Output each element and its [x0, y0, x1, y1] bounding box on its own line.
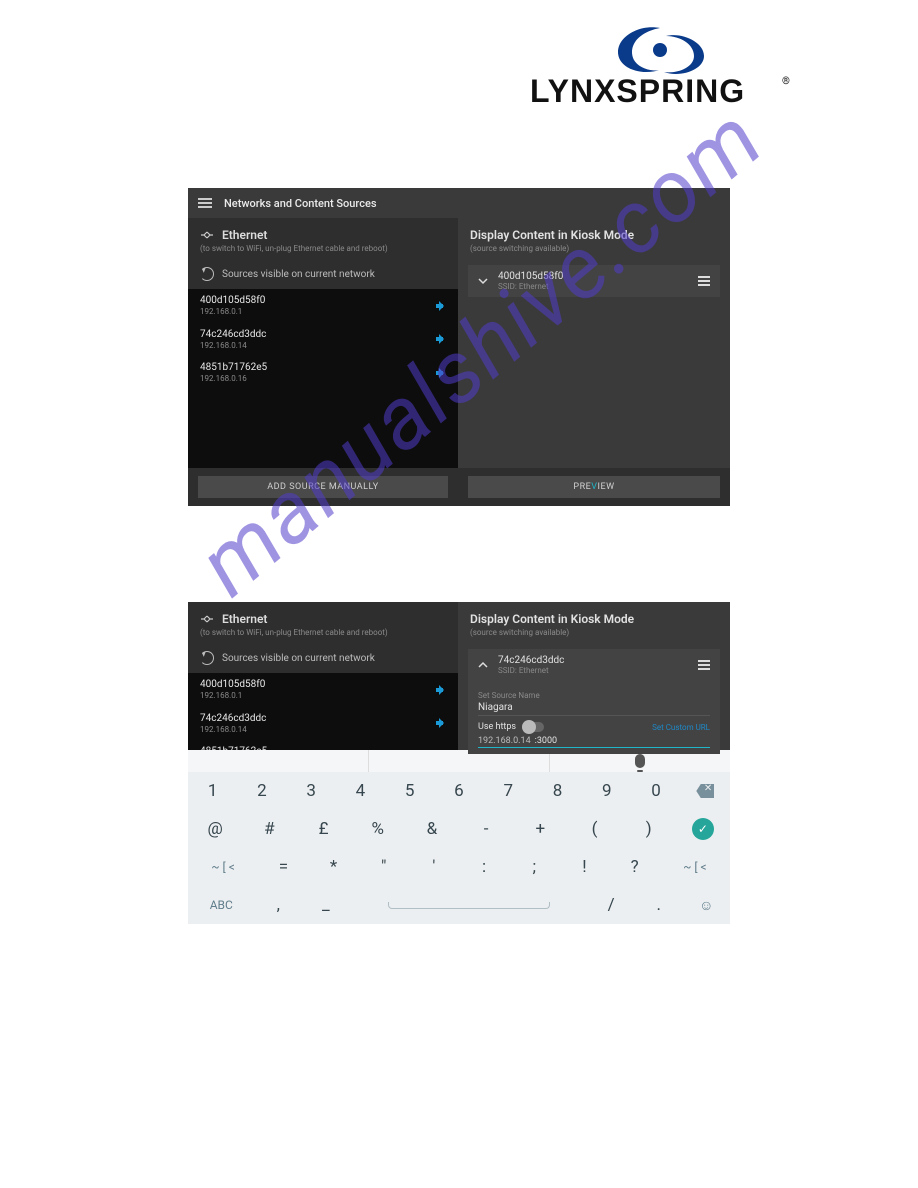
kiosk-card-header[interactable]: 74c246cd3ddc SSID: Ethernet [468, 649, 720, 681]
keyboard-key[interactable]: 1 [188, 772, 237, 810]
keyboard-key[interactable]: @ [188, 810, 242, 848]
ethernet-heading: Ethernet [188, 602, 458, 628]
ethernet-icon [200, 614, 214, 624]
keyboard-key[interactable]: 4 [336, 772, 385, 810]
on-screen-keyboard: 1234567890 @#£%&-+()✓ ~ [ <=*"':;!?~ [ <… [188, 750, 730, 924]
keyboard-key[interactable]: " [359, 848, 409, 886]
source-item[interactable]: 74c246cd3ddc192.168.0.14 [188, 707, 458, 741]
kiosk-source-card[interactable]: 400d105d58f0 SSID: Ethernet [468, 265, 720, 297]
svg-text:LYNXSPRING: LYNXSPRING [530, 73, 745, 108]
list-icon[interactable] [698, 660, 710, 670]
refresh-icon [200, 651, 214, 665]
keyboard-key[interactable]: / [587, 886, 635, 924]
kiosk-sub: (source switching available) [458, 628, 730, 645]
emoji-key[interactable]: ☺ [682, 886, 730, 924]
keyboard-key[interactable]: & [405, 810, 459, 848]
preview-button[interactable]: PREVIEW [468, 476, 720, 498]
arrow-right-icon [436, 368, 448, 378]
arrow-right-icon [436, 718, 448, 728]
keyboard-key[interactable]: * [308, 848, 358, 886]
source-name-input[interactable]: Niagara [478, 700, 710, 716]
source-list: 400d105d58f0192.168.0.1 74c246cd3ddc192.… [188, 289, 458, 468]
source-name-label: Set Source Name [478, 691, 710, 700]
kiosk-source-card-expanded: 74c246cd3ddc SSID: Ethernet Set Source N… [468, 649, 720, 754]
microphone-icon[interactable] [635, 754, 645, 768]
source-item[interactable]: 74c246cd3ddc192.168.0.14 [188, 323, 458, 357]
keyboard-key[interactable]: ? [610, 848, 660, 886]
keyboard-key[interactable]: ! [559, 848, 609, 886]
arrow-right-icon [436, 685, 448, 695]
screenshot-edit-source: Ethernet (to switch to WiFi, un-plug Eth… [188, 602, 730, 918]
refresh-sources-row[interactable]: Sources visible on current network [188, 645, 458, 673]
keyboard-key[interactable]: % [351, 810, 405, 848]
chevron-up-icon [478, 660, 488, 670]
keyboard-key[interactable]: ( [567, 810, 621, 848]
keyboard-key[interactable]: # [242, 810, 296, 848]
use-https-label: Use https [478, 722, 516, 732]
source-item[interactable]: 4851b71762e5192.168.0.16 [188, 356, 458, 390]
keyboard-key[interactable]: 9 [582, 772, 631, 810]
kiosk-heading: Display Content in Kiosk Mode [458, 218, 730, 244]
set-custom-url-link[interactable]: Set Custom URL [652, 723, 710, 732]
keyboard-key[interactable]: 0 [631, 772, 680, 810]
arrow-right-icon [436, 334, 448, 344]
kiosk-heading: Display Content in Kiosk Mode [458, 602, 730, 628]
screen-title: Networks and Content Sources [224, 197, 377, 210]
keyboard-key[interactable]: ' [409, 848, 459, 886]
backspace-key[interactable] [681, 772, 730, 810]
kiosk-sub: (source switching available) [458, 244, 730, 261]
refresh-sources-row[interactable]: Sources visible on current network [188, 261, 458, 289]
list-icon[interactable] [698, 276, 710, 286]
keyboard-key[interactable]: 5 [385, 772, 434, 810]
keyboard-key[interactable]: £ [296, 810, 350, 848]
url-input[interactable]: 192.168.0.14 :3000 [478, 736, 710, 748]
ethernet-icon [200, 230, 214, 240]
keyboard-key[interactable]: : [459, 848, 509, 886]
keyboard-key[interactable]: 2 [237, 772, 286, 810]
ethernet-subtext: (to switch to WiFi, un-plug Ethernet cab… [188, 628, 458, 645]
source-list: 400d105d58f0192.168.0.1 74c246cd3ddc192.… [188, 673, 458, 750]
abc-mode-key[interactable]: ABC [188, 886, 255, 924]
keyboard-key[interactable]: = [258, 848, 308, 886]
spacebar-key[interactable] [350, 886, 588, 924]
use-https-toggle[interactable] [522, 722, 544, 732]
symbols-right-key[interactable]: ~ [ < [660, 848, 730, 886]
chevron-down-icon [478, 276, 488, 286]
add-source-manually-button[interactable]: ADD SOURCE MANUALLY [198, 476, 448, 498]
keyboard-key[interactable]: 6 [434, 772, 483, 810]
ethernet-subtext: (to switch to WiFi, un-plug Ethernet cab… [188, 244, 458, 261]
keyboard-key[interactable]: 3 [287, 772, 336, 810]
enter-key[interactable]: ✓ [676, 810, 730, 848]
refresh-icon [200, 267, 214, 281]
app-titlebar: Networks and Content Sources [188, 188, 730, 218]
source-item[interactable]: 400d105d58f0192.168.0.1 [188, 673, 458, 707]
keyboard-key[interactable]: ; [509, 848, 559, 886]
symbols-left-key[interactable]: ~ [ < [188, 848, 258, 886]
keyboard-key[interactable]: 7 [484, 772, 533, 810]
keyboard-key[interactable]: 8 [533, 772, 582, 810]
lynxspring-logo: LYNXSPRING ® [530, 18, 790, 112]
keyboard-key[interactable]: . [635, 886, 683, 924]
keyboard-key[interactable]: ) [622, 810, 676, 848]
ethernet-heading: Ethernet [188, 218, 458, 244]
source-item[interactable]: 4851b71762e5192.168.0.16 [188, 740, 458, 750]
keyboard-key[interactable]: , [255, 886, 303, 924]
svg-text:®: ® [782, 75, 790, 87]
arrow-right-icon [436, 301, 448, 311]
hamburger-menu-icon[interactable] [198, 198, 212, 208]
keyboard-key[interactable]: _ [302, 886, 350, 924]
screenshot-networks-sources: Networks and Content Sources Ethernet (t… [188, 188, 730, 506]
keyboard-key[interactable]: + [513, 810, 567, 848]
keyboard-key[interactable]: - [459, 810, 513, 848]
source-item[interactable]: 400d105d58f0192.168.0.1 [188, 289, 458, 323]
